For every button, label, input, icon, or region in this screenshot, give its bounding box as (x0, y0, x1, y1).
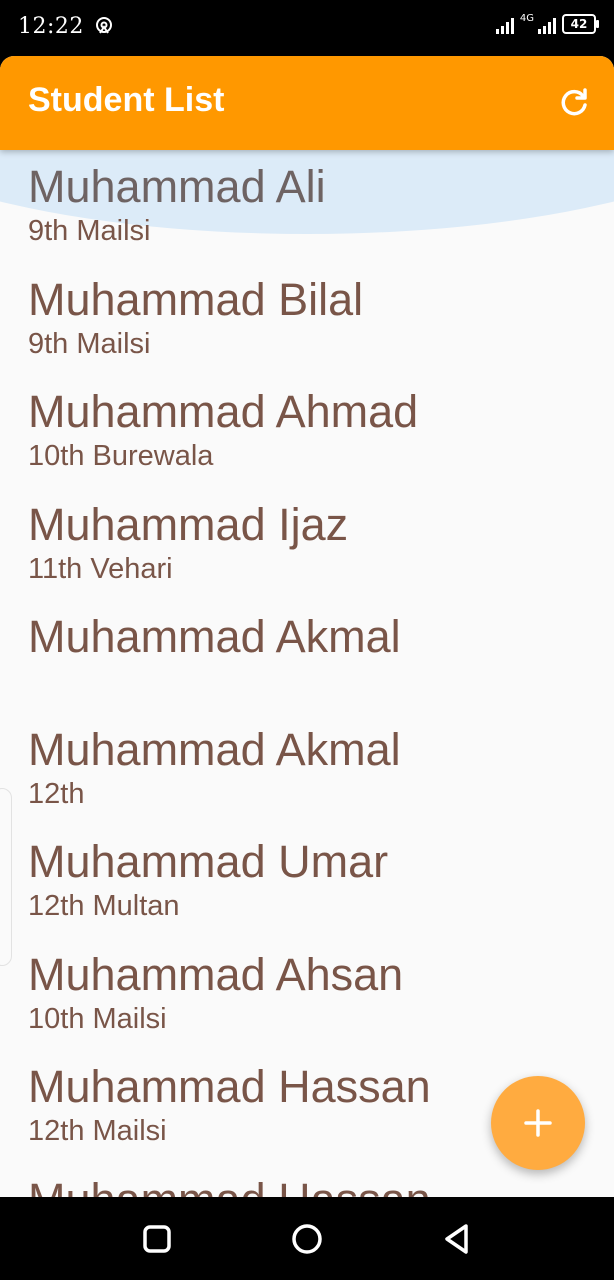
student-name: Muhammad Akmal (28, 723, 401, 775)
list-item[interactable]: Muhammad Ahmad 10th Burewala (0, 375, 614, 488)
home-icon[interactable] (288, 1220, 326, 1258)
student-list-area[interactable]: Muhammad Ali 9th Mailsi Muhammad Bilal 9… (0, 150, 614, 1197)
student-name: Muhammad Ahsan (28, 948, 404, 1000)
add-student-button[interactable] (491, 1076, 585, 1170)
list-item[interactable]: Muhammad Ijaz 11th Vehari (0, 488, 614, 601)
list-item[interactable]: Muhammad Bilal 9th Mailsi (0, 263, 614, 376)
status-bar: 12:22 4G 42 (0, 0, 614, 56)
list-item[interactable]: Muhammad Ahsan 10th Mailsi (0, 938, 614, 1051)
student-detail: 10th Mailsi (28, 1002, 167, 1035)
list-item[interactable]: Muhammad Umar 12th Multan (0, 825, 614, 938)
refresh-icon[interactable] (556, 85, 592, 121)
network-type: 4G (519, 13, 534, 24)
student-detail: 12th Multan (28, 890, 180, 922)
student-name: Muhammad Umar (28, 836, 389, 887)
list-item[interactable]: Muhammad Hassan (0, 1163, 614, 1197)
student-name: Muhammad Bilal (28, 273, 364, 325)
back-icon[interactable] (438, 1220, 476, 1258)
student-name: Muhammad Akmal (28, 611, 401, 662)
student-name: Muhammad Ali (28, 161, 326, 212)
student-detail: 12th Mailsi (28, 1115, 167, 1147)
app-screen: Student List Muhammad Ali 9th Mailsi Muh… (0, 56, 614, 1197)
list-item[interactable]: Muhammad Ali 9th Mailsi (0, 150, 614, 263)
list-item[interactable]: Muhammad Akmal 12th (0, 713, 614, 826)
page-title: Student List (28, 81, 225, 119)
recent-apps-icon[interactable] (138, 1220, 176, 1258)
student-detail: 12th (28, 777, 85, 810)
hotspot-icon (94, 16, 114, 40)
student-detail: 9th Mailsi (28, 327, 151, 360)
student-detail: 9th Mailsi (28, 215, 151, 247)
system-nav-bar (0, 1197, 614, 1280)
app-bar: Student List (0, 56, 614, 150)
plus-icon (524, 1109, 552, 1137)
student-detail: 11th Vehari (28, 552, 173, 585)
status-time: 12:22 (18, 14, 84, 39)
student-name: Muhammad Ahmad (28, 386, 419, 437)
signal-icon (495, 16, 514, 34)
student-name: Muhammad Ijaz (28, 498, 349, 550)
status-indicators: 4G 42 (495, 13, 599, 34)
student-name: Muhammad Hassan (28, 1174, 431, 1197)
edge-panel-handle[interactable] (0, 788, 12, 966)
student-name: Muhammad Hassan (28, 1061, 431, 1112)
list-item[interactable]: Muhammad Akmal (0, 600, 614, 713)
student-list[interactable]: Muhammad Ali 9th Mailsi Muhammad Bilal 9… (0, 150, 614, 1197)
student-detail: 10th Burewala (28, 440, 214, 472)
battery-icon: 42 (562, 14, 599, 34)
signal-icon-2 (538, 16, 556, 34)
